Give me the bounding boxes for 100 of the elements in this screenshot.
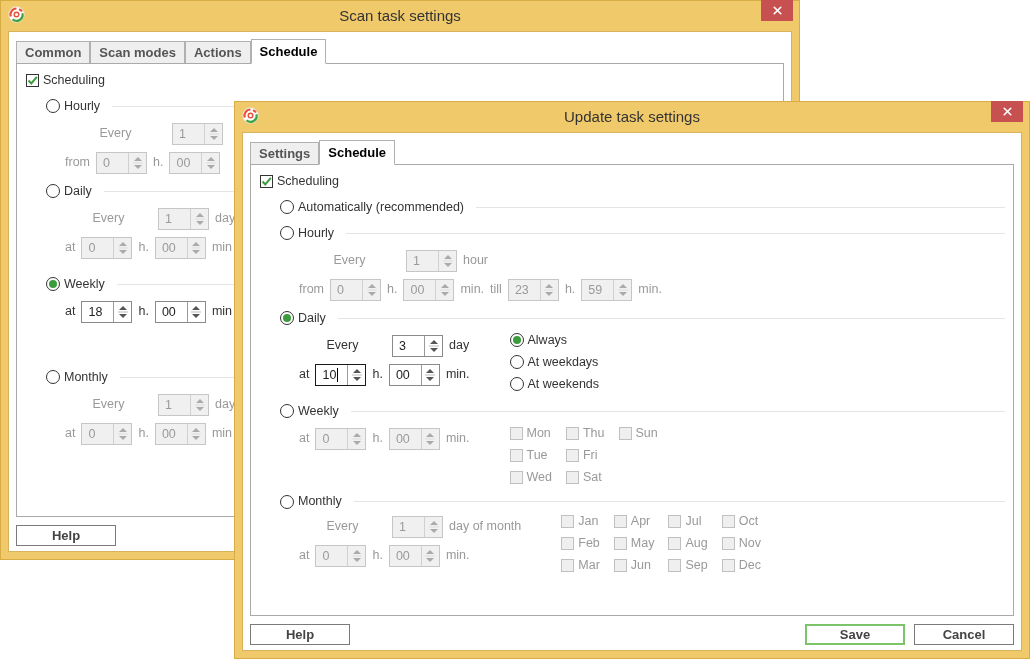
radio-button[interactable]: At weekends: [509, 374, 600, 394]
spin-box[interactable]: 0: [81, 236, 133, 259]
spin-arrows-icon: [351, 547, 362, 564]
checkbox[interactable]: Jan: [561, 511, 599, 531]
spin-box[interactable]: 1: [158, 393, 209, 416]
checkbox[interactable]: Fri: [566, 445, 598, 465]
spin-box[interactable]: 0: [81, 422, 133, 445]
spin-box[interactable]: 00: [388, 427, 440, 450]
spin-box[interactable]: 59: [581, 278, 633, 301]
field-label: h.: [372, 366, 383, 384]
radio-button[interactable]: Weekly: [46, 274, 105, 294]
close-icon: [1000, 105, 1014, 118]
checkbox[interactable]: Aug: [668, 533, 708, 553]
spin-box[interactable]: 00: [154, 422, 206, 445]
spin-arrows-icon: [191, 303, 202, 320]
field-label: h.: [138, 239, 149, 257]
spin-box[interactable]: 0: [96, 151, 147, 174]
tab[interactable]: Scan modes: [90, 41, 185, 63]
spin-box[interactable]: 00: [154, 236, 206, 259]
app-logo-icon: [8, 6, 25, 23]
spin-box[interactable]: 00: [403, 278, 455, 301]
checkbox[interactable]: Feb: [561, 533, 600, 553]
dialog-button[interactable]: Save: [805, 624, 905, 645]
field-label: Every: [332, 252, 367, 270]
dialog-button[interactable]: Help: [250, 624, 350, 645]
spin-box[interactable]: 1: [158, 207, 209, 230]
field-label: min.: [445, 366, 470, 384]
spin-box[interactable]: 0: [315, 427, 367, 450]
radio-button[interactable]: Daily: [280, 308, 326, 328]
spin-box[interactable]: 23: [507, 278, 559, 301]
spin-arrows-icon: [442, 252, 453, 269]
radio-button[interactable]: Hourly: [280, 223, 335, 243]
dialog-button[interactable]: Help: [16, 525, 116, 546]
spin-box[interactable]: 0: [330, 278, 381, 301]
spin-box[interactable]: 00: [388, 363, 440, 386]
checkbox[interactable]: Tue: [509, 445, 548, 465]
checkbox[interactable]: Jul: [668, 511, 702, 531]
checkbox[interactable]: Oct: [721, 511, 759, 531]
field-label: Every: [98, 125, 133, 143]
checkbox[interactable]: Wed: [509, 467, 552, 487]
close-button[interactable]: [761, 0, 793, 21]
field-label: day: [215, 396, 236, 414]
spin-arrows-icon: [117, 425, 128, 442]
checkbox[interactable]: Thu: [566, 423, 605, 443]
checkbox[interactable]: Scheduling: [260, 171, 339, 191]
field-label: min: [211, 239, 233, 257]
spin-arrows-icon: [617, 281, 628, 298]
spin-box[interactable]: 00: [154, 300, 206, 323]
spin-box[interactable]: 00: [388, 544, 440, 567]
spin-box[interactable]: 3: [392, 334, 443, 357]
checkbox[interactable]: Mar: [561, 555, 600, 575]
radio-button[interactable]: Monthly: [280, 492, 342, 511]
field-label: Every: [325, 518, 360, 536]
checkbox[interactable]: Scheduling: [26, 70, 105, 90]
field-label: at: [65, 303, 76, 321]
checkbox[interactable]: Mon: [509, 423, 551, 443]
radio-button[interactable]: Automatically (recommended): [280, 197, 465, 217]
spin-arrows-icon: [208, 125, 219, 142]
radio-button[interactable]: Hourly: [46, 96, 101, 116]
checkbox[interactable]: Apr: [613, 511, 651, 531]
spin-arrows-icon: [205, 154, 216, 171]
field-label: day: [449, 337, 470, 355]
tab[interactable]: Schedule: [250, 39, 327, 64]
field-label: h.: [138, 425, 149, 443]
tab[interactable]: Actions: [184, 41, 251, 63]
radio-button[interactable]: At weekdays: [509, 352, 599, 372]
checkbox[interactable]: Nov: [721, 533, 761, 553]
spin-box[interactable]: 00: [169, 151, 221, 174]
radio-button[interactable]: Monthly: [46, 367, 108, 387]
field-label: Every: [91, 396, 126, 414]
checkbox[interactable]: Sep: [668, 555, 708, 575]
dialog-button[interactable]: Cancel: [914, 624, 1014, 645]
tab[interactable]: Common: [16, 41, 91, 63]
checkbox[interactable]: May: [613, 533, 655, 553]
spin-box[interactable]: 1: [392, 515, 443, 538]
tab[interactable]: Settings: [250, 142, 320, 164]
checkbox[interactable]: Jun: [613, 555, 651, 575]
field-label: at: [65, 425, 76, 443]
tab[interactable]: Schedule: [319, 140, 396, 165]
spin-box[interactable]: 18: [81, 300, 133, 323]
check-icon: [261, 175, 272, 187]
field-label: min.: [445, 430, 470, 448]
spin-box[interactable]: 0: [315, 544, 367, 567]
window-title: Update task settings: [564, 106, 700, 127]
field-label: from: [299, 281, 324, 299]
radio-button[interactable]: Daily: [46, 181, 92, 201]
spin-box[interactable]: 1: [406, 249, 457, 272]
checkbox[interactable]: Dec: [721, 555, 761, 575]
field-label: min: [211, 425, 233, 443]
spin-arrows-icon: [425, 547, 436, 564]
field-label: h.: [153, 154, 164, 172]
field-label: h.: [138, 303, 149, 321]
checkbox[interactable]: Sat: [566, 467, 602, 487]
radio-button[interactable]: Always: [509, 330, 568, 350]
app-logo-icon: [242, 107, 259, 124]
close-button[interactable]: [991, 101, 1023, 122]
radio-button[interactable]: Weekly: [280, 401, 339, 421]
spin-box[interactable]: 10: [315, 363, 367, 386]
spin-box[interactable]: 1: [172, 122, 223, 145]
checkbox[interactable]: Sun: [618, 423, 658, 443]
